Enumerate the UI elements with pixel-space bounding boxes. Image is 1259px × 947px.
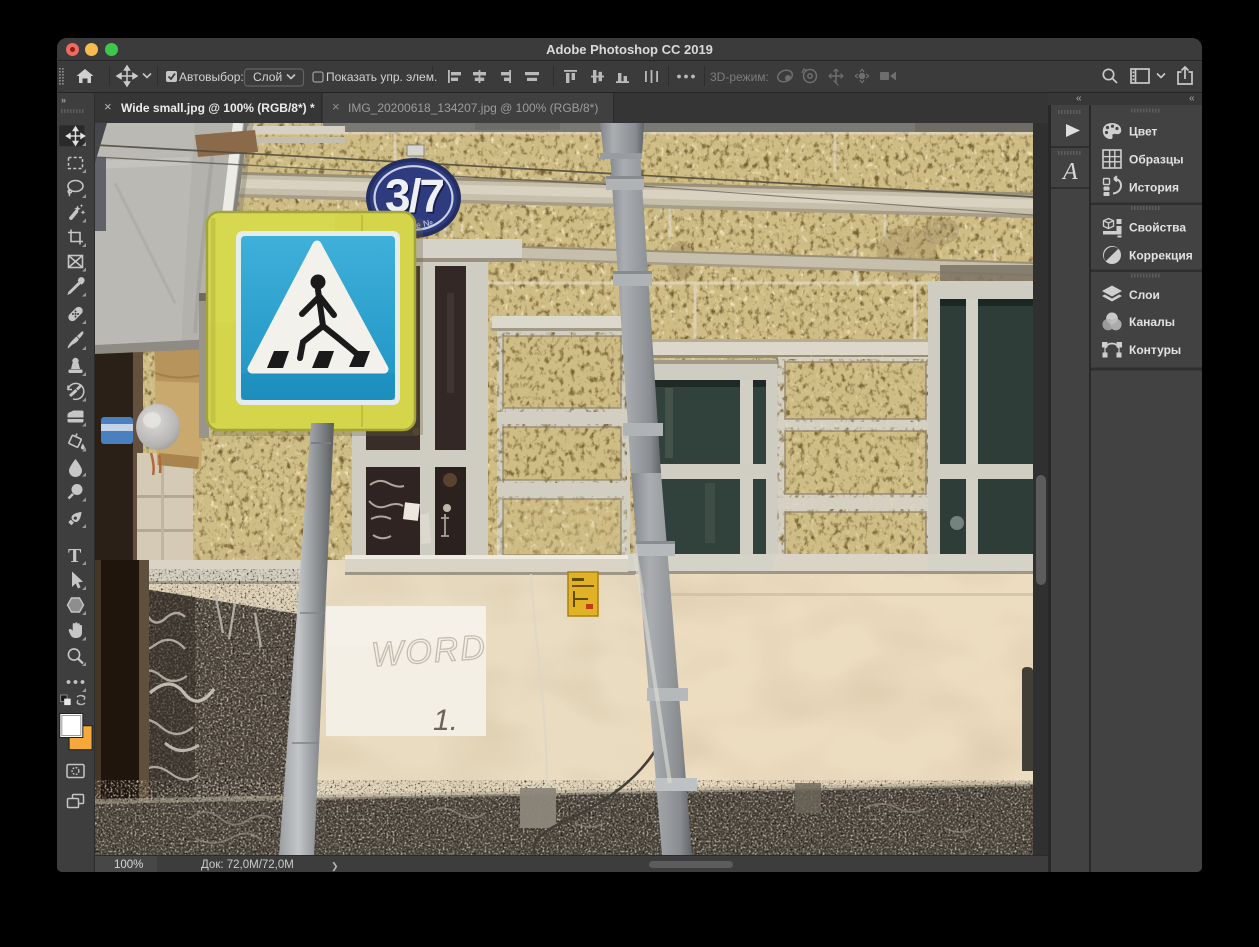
svg-text:WORD: WORD (370, 628, 488, 674)
svg-text:Каналы: Каналы (1129, 315, 1175, 329)
svg-text:Свойства: Свойства (1129, 221, 1186, 235)
svg-text:1.: 1. (433, 704, 458, 737)
svg-text:A: A (1061, 159, 1078, 185)
svg-text:T: T (68, 545, 82, 567)
svg-text:Образцы: Образцы (1129, 153, 1184, 167)
svg-text:»: » (61, 95, 66, 105)
svg-text:Контуры: Контуры (1129, 343, 1181, 357)
svg-text:История: История (1129, 181, 1179, 195)
svg-text:Цвет: Цвет (1129, 125, 1158, 139)
svg-text:Слои: Слои (1129, 288, 1160, 302)
svg-text:Коррекция: Коррекция (1129, 249, 1193, 263)
